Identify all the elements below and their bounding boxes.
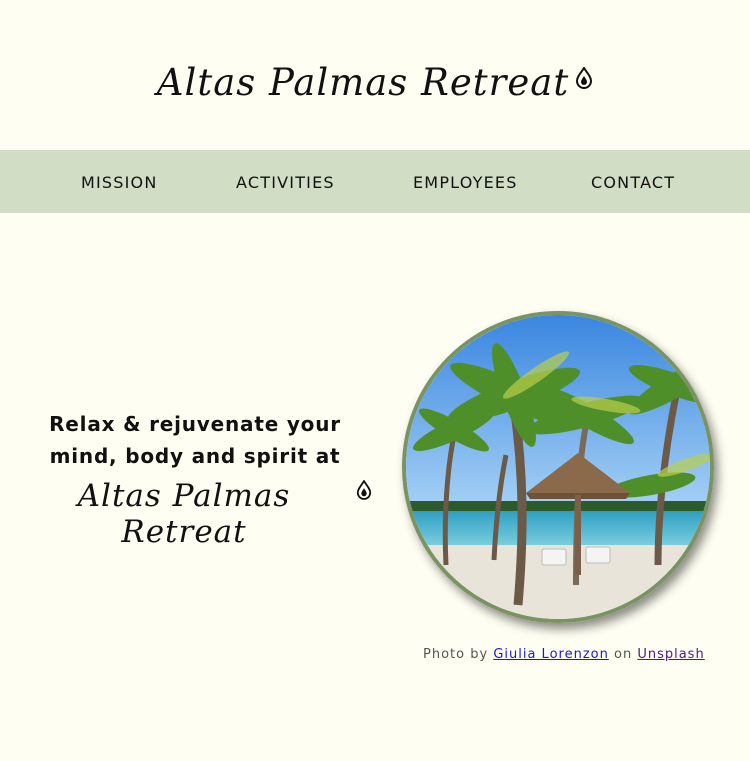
hero-tagline: Relax & rejuvenate your mind, body and s… bbox=[49, 412, 341, 468]
beach-photo-illustration bbox=[406, 315, 710, 619]
site-title-text: Altas Palmas Retreat bbox=[156, 60, 570, 104]
beach-photo bbox=[402, 311, 714, 623]
hero-text: Relax & rejuvenate your mind, body and s… bbox=[18, 408, 372, 550]
hero-brand-text: Altas Palmas Retreat bbox=[77, 478, 291, 550]
water-drop-icon bbox=[575, 55, 593, 98]
nav-item-contact[interactable]: CONTACT bbox=[591, 173, 675, 192]
hero-brand: Altas Palmas Retreat bbox=[18, 478, 372, 550]
photo-credit: Photo by Giulia Lorenzon on Unsplash bbox=[423, 647, 705, 662]
nav-item-activities[interactable]: ACTIVITIES bbox=[236, 173, 335, 192]
nav-item-mission[interactable]: MISSION bbox=[81, 173, 158, 192]
nav-item-employees[interactable]: EMPLOYEES bbox=[413, 173, 518, 192]
site-header: Altas Palmas Retreat bbox=[0, 0, 750, 150]
credit-author-link[interactable]: Giulia Lorenzon bbox=[493, 647, 609, 662]
water-drop-icon bbox=[356, 472, 372, 508]
credit-site-link[interactable]: Unsplash bbox=[637, 647, 704, 662]
credit-middle: on bbox=[613, 647, 633, 662]
credit-prefix: Photo by bbox=[423, 647, 489, 662]
site-title[interactable]: Altas Palmas Retreat bbox=[157, 61, 593, 104]
